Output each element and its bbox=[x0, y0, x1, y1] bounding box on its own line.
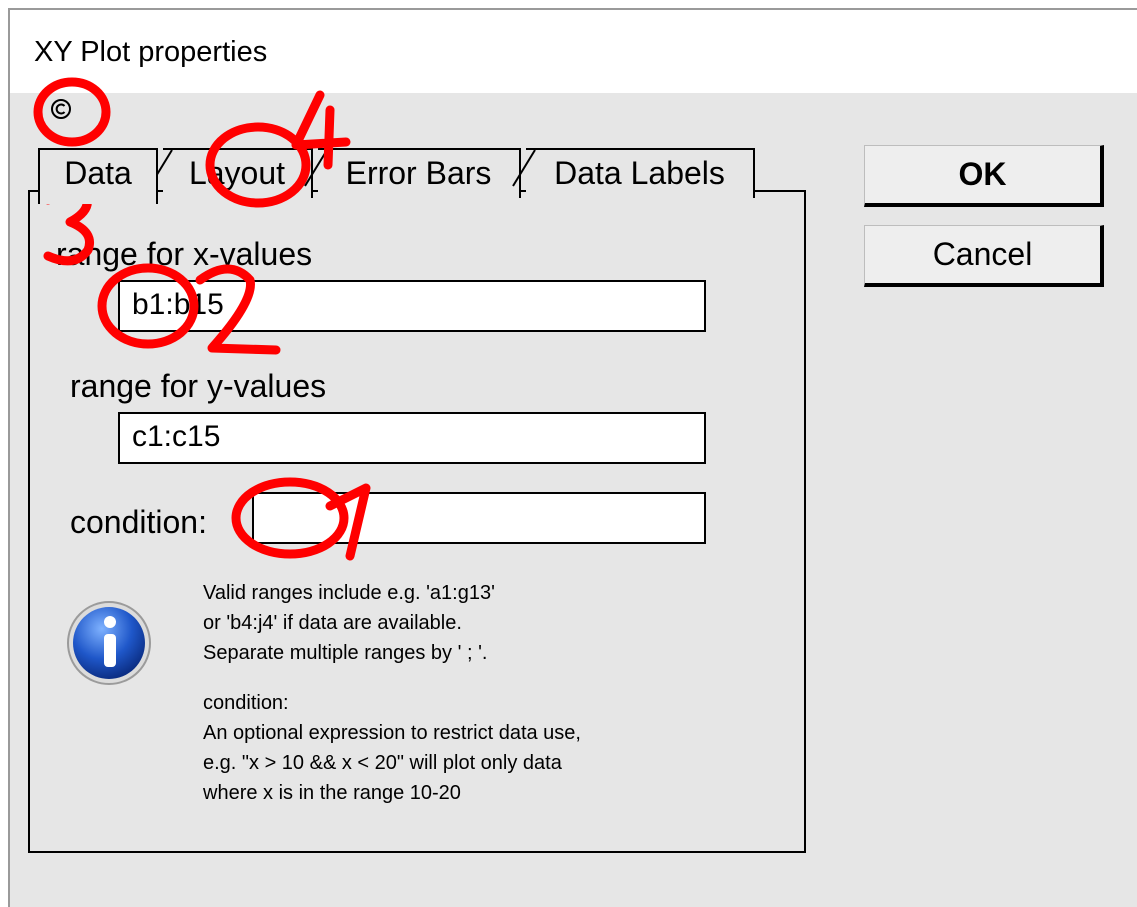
tab-error-bars-label: Error Bars bbox=[345, 155, 492, 191]
tab-error-bars[interactable]: Error Bars bbox=[318, 148, 521, 198]
tab-data-labels[interactable]: Data Labels bbox=[526, 148, 755, 198]
y-range-input[interactable]: c1:c15 bbox=[118, 412, 706, 464]
help-line: condition: bbox=[203, 692, 289, 714]
x-range-input[interactable]: b1:b15 bbox=[118, 280, 706, 332]
tab-divider bbox=[512, 149, 536, 187]
help-line: An optional expression to restrict data … bbox=[203, 722, 581, 744]
title-bar: XY Plot properties bbox=[10, 10, 1137, 93]
tab-divider bbox=[304, 149, 328, 187]
tab-data[interactable]: Data bbox=[38, 148, 158, 204]
tab-layout[interactable]: Layout bbox=[163, 148, 313, 198]
tab-data-label: Data bbox=[64, 155, 132, 191]
help-line: where x is in the range 10-20 bbox=[203, 782, 461, 804]
tab-layout-label: Layout bbox=[188, 155, 286, 191]
x-range-label: range for x-values bbox=[56, 236, 313, 272]
info-icon bbox=[67, 601, 151, 685]
ok-button[interactable]: OK bbox=[864, 145, 1104, 207]
condition-label: condition: bbox=[70, 504, 207, 540]
window-title: XY Plot properties bbox=[34, 36, 268, 68]
help-line: Separate multiple ranges by ' ; '. bbox=[203, 642, 488, 664]
copyright-icon[interactable] bbox=[50, 98, 72, 120]
help-line: e.g. "x > 10 && x < 20" will plot only d… bbox=[203, 752, 562, 774]
condition-input[interactable] bbox=[252, 492, 706, 544]
help-line: Valid ranges include e.g. 'a1:g13' bbox=[203, 582, 495, 604]
y-range-label: range for y-values bbox=[70, 368, 327, 404]
help-line: or 'b4:j4' if data are available. bbox=[203, 612, 462, 634]
tab-data-labels-label: Data Labels bbox=[554, 155, 725, 191]
cancel-button[interactable]: Cancel bbox=[864, 225, 1104, 287]
